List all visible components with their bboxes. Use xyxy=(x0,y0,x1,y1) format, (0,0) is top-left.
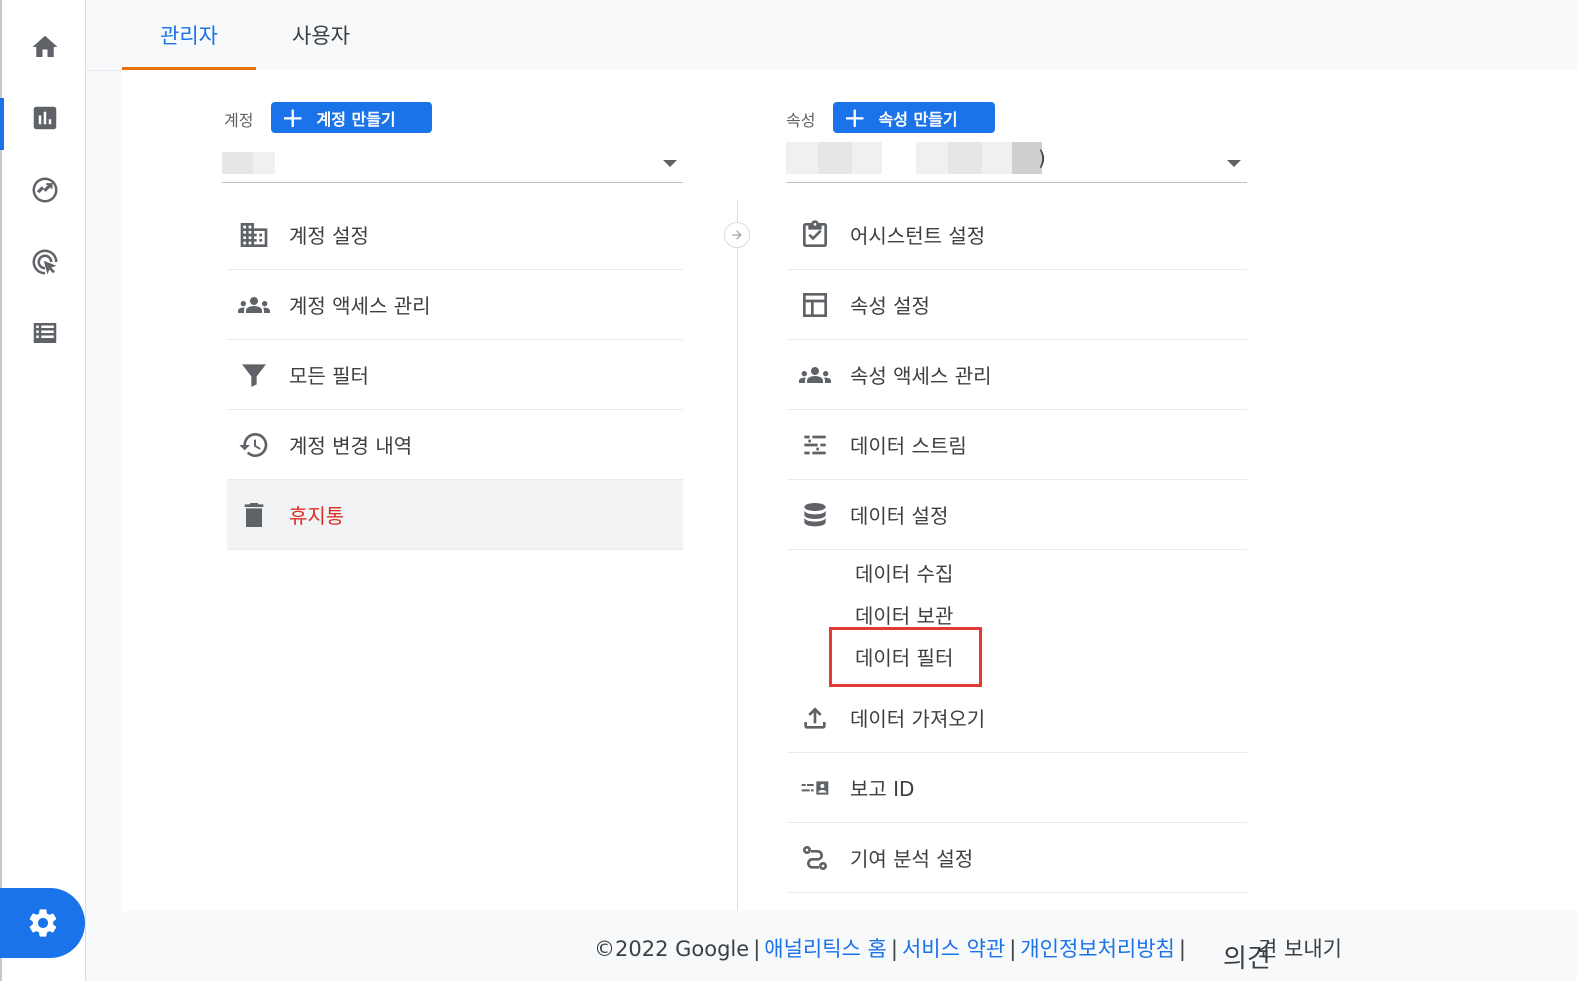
database-icon xyxy=(798,498,832,532)
menu-item-label: 기여 분석 설정 xyxy=(850,847,974,871)
menu-item-label: 속성 액세스 관리 xyxy=(850,364,992,388)
property-menu-continued: 데이터 가져오기 보고 ID 기여 분석 설정 xyxy=(788,683,1247,893)
redacted-property-part xyxy=(916,142,948,174)
building-icon xyxy=(237,218,271,252)
account-change-history-item[interactable]: 계정 변경 내역 xyxy=(227,410,683,480)
all-filters-item[interactable]: 모든 필터 xyxy=(227,340,683,410)
account-column-label: 계정 xyxy=(224,111,254,130)
history-icon xyxy=(237,428,271,462)
send-feedback-link[interactable]: 견 보내기 xyxy=(1258,933,1342,963)
redacted-account-name-2 xyxy=(253,152,275,174)
bar-chart-icon[interactable] xyxy=(27,100,63,136)
advertising-icon[interactable] xyxy=(27,244,63,280)
plus-icon: + xyxy=(281,100,305,134)
people-icon xyxy=(798,358,832,392)
footer-separator: | xyxy=(1178,937,1186,961)
data-import-item[interactable]: 데이터 가져오기 xyxy=(788,683,1247,753)
checklist-icon xyxy=(798,218,832,252)
property-column-label: 속성 xyxy=(786,111,816,130)
reporting-id-icon xyxy=(798,771,832,805)
trash-icon xyxy=(237,498,271,532)
tab-admin[interactable]: 관리자 xyxy=(122,0,256,70)
setup-assistant-item[interactable]: 어시스턴트 설정 xyxy=(788,200,1247,270)
create-property-button[interactable]: + 속성 만들기 xyxy=(833,102,995,133)
redacted-property-part xyxy=(818,142,852,174)
account-access-management-item[interactable]: 계정 액세스 관리 xyxy=(227,270,683,340)
menu-item-label: 속성 설정 xyxy=(850,294,930,318)
plus-icon: + xyxy=(843,100,867,134)
redacted-property-part xyxy=(852,142,882,174)
explore-icon[interactable] xyxy=(27,172,63,208)
menu-item-label: 계정 설정 xyxy=(289,224,369,248)
property-selector-suffix: ) xyxy=(1038,146,1046,170)
layout-icon xyxy=(798,288,832,322)
footer: ©2022 Google | 애널리틱스 홈 | 서비스 약관 | 개인정보처리방침 | xyxy=(594,933,1190,963)
property-selector[interactable]: ) xyxy=(786,142,1247,183)
admin-settings-button[interactable] xyxy=(0,888,85,958)
filter-icon xyxy=(237,358,271,392)
footer-separator: | xyxy=(1009,937,1017,961)
create-account-button[interactable]: + 계정 만들기 xyxy=(271,102,432,133)
menu-item-label: 휴지통 xyxy=(289,504,345,528)
upload-icon xyxy=(798,701,832,735)
dropdown-caret-icon xyxy=(1227,160,1241,167)
people-icon xyxy=(237,288,271,322)
data-filters-highlight xyxy=(829,627,982,687)
account-settings-item[interactable]: 계정 설정 xyxy=(227,200,683,270)
account-selector[interactable] xyxy=(222,142,683,183)
trash-item[interactable]: 휴지통 xyxy=(227,480,683,550)
home-icon[interactable] xyxy=(27,29,63,65)
menu-item-label: 모든 필터 xyxy=(289,364,369,388)
footer-separator: | xyxy=(890,937,898,961)
gear-icon xyxy=(26,906,60,940)
data-streams-item[interactable]: 데이터 스트림 xyxy=(788,410,1247,480)
data-settings-item[interactable]: 데이터 설정 xyxy=(788,480,1247,550)
list-icon[interactable] xyxy=(27,315,63,351)
tab-admin-label: 관리자 xyxy=(160,24,218,48)
footer-separator: | xyxy=(753,937,761,961)
redacted-property-part xyxy=(948,142,982,174)
menu-item-label: 계정 변경 내역 xyxy=(289,434,413,458)
data-retention-item[interactable]: 데이터 보관 xyxy=(855,600,953,629)
data-collection-item[interactable]: 데이터 수집 xyxy=(855,558,953,587)
dropdown-caret-icon xyxy=(663,160,677,167)
tab-users-label: 사용자 xyxy=(292,24,350,48)
column-divider xyxy=(737,200,738,911)
reporting-identity-item[interactable]: 보고 ID xyxy=(788,753,1247,823)
menu-item-label: 데이터 설정 xyxy=(850,504,949,528)
privacy-policy-link[interactable]: 개인정보처리방침 xyxy=(1020,937,1175,961)
menu-item-label: 계정 액세스 관리 xyxy=(289,294,431,318)
attribution-settings-item[interactable]: 기여 분석 설정 xyxy=(788,823,1247,893)
property-menu: 어시스턴트 설정 속성 설정 속성 액세스 관리 데이터 스트림 데이터 설정 xyxy=(788,200,1247,550)
arrow-right-icon xyxy=(724,222,750,248)
create-account-label: 계정 만들기 xyxy=(316,109,396,129)
menu-item-label: 보고 ID xyxy=(850,777,915,801)
attribution-icon xyxy=(798,841,832,875)
terms-of-service-link[interactable]: 서비스 약관 xyxy=(902,937,1005,961)
top-tab-bar: 관리자 사용자 xyxy=(86,0,1577,71)
create-property-label: 속성 만들기 xyxy=(878,109,958,129)
streams-icon xyxy=(798,428,832,462)
analytics-home-link[interactable]: 애널리틱스 홈 xyxy=(764,937,887,961)
rail-active-marker xyxy=(0,98,4,150)
redacted-property-part xyxy=(982,142,1012,174)
redacted-property-part xyxy=(786,142,818,174)
redacted-account-name xyxy=(222,152,253,174)
footer-copyright: ©2022 Google xyxy=(594,937,750,961)
menu-item-label: 데이터 가져오기 xyxy=(850,707,986,731)
menu-item-label: 데이터 스트림 xyxy=(850,434,967,458)
tab-users[interactable]: 사용자 xyxy=(292,0,350,70)
property-access-management-item[interactable]: 속성 액세스 관리 xyxy=(788,340,1247,410)
left-nav-rail xyxy=(0,0,86,981)
account-menu: 계정 설정 계정 액세스 관리 모든 필터 계정 변경 내역 휴지통 xyxy=(227,200,683,550)
menu-item-label: 어시스턴트 설정 xyxy=(850,224,986,248)
property-settings-item[interactable]: 속성 설정 xyxy=(788,270,1247,340)
